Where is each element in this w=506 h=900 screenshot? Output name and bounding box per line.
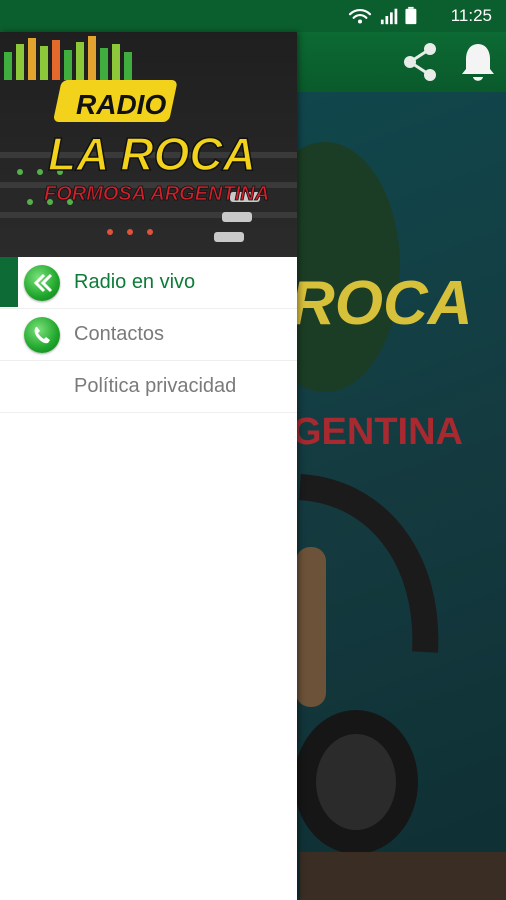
drawer-logo-subtitle: FORMOSA ARGENTINA: [44, 183, 269, 205]
background-subtitle-text: GENTINA: [292, 411, 463, 453]
back-arrows-icon: [24, 265, 60, 301]
drawer-menu: Radio en vivo Contactos Política privaci…: [0, 257, 297, 413]
menu-item-label: Política privacidad: [74, 375, 237, 397]
drawer-header-banner: RADIO LA ROCA FORMOSA ARGENTINA: [0, 32, 297, 257]
status-time: 11:25: [450, 6, 492, 25]
drawer-header: RADIO LA ROCA FORMOSA ARGENTINA: [0, 32, 297, 257]
status-bar: 11:25: [0, 0, 506, 32]
wifi-icon: [348, 9, 372, 24]
menu-item-label: Contactos: [74, 323, 165, 345]
bell-icon[interactable]: [458, 40, 498, 84]
navigation-drawer: RADIO LA ROCA FORMOSA ARGENTINA Radio en…: [0, 32, 297, 900]
menu-item-politica-privacidad[interactable]: Política privacidad: [0, 361, 297, 413]
background-logo-text: ROCA: [290, 269, 473, 338]
share-icon[interactable]: [398, 40, 442, 84]
menu-item-radio-en-vivo[interactable]: Radio en vivo: [0, 257, 297, 309]
drawer-logo-laroca: LA ROCA: [48, 128, 256, 180]
drawer-logo-radio: RADIO: [76, 89, 166, 120]
menu-item-label: Radio en vivo: [74, 271, 196, 293]
battery-icon: [405, 6, 417, 25]
phone-icon: [24, 317, 60, 353]
signal-icon: [380, 8, 398, 25]
status-icons: [348, 6, 417, 25]
active-indicator: [0, 257, 18, 307]
menu-item-contactos[interactable]: Contactos: [0, 309, 297, 361]
